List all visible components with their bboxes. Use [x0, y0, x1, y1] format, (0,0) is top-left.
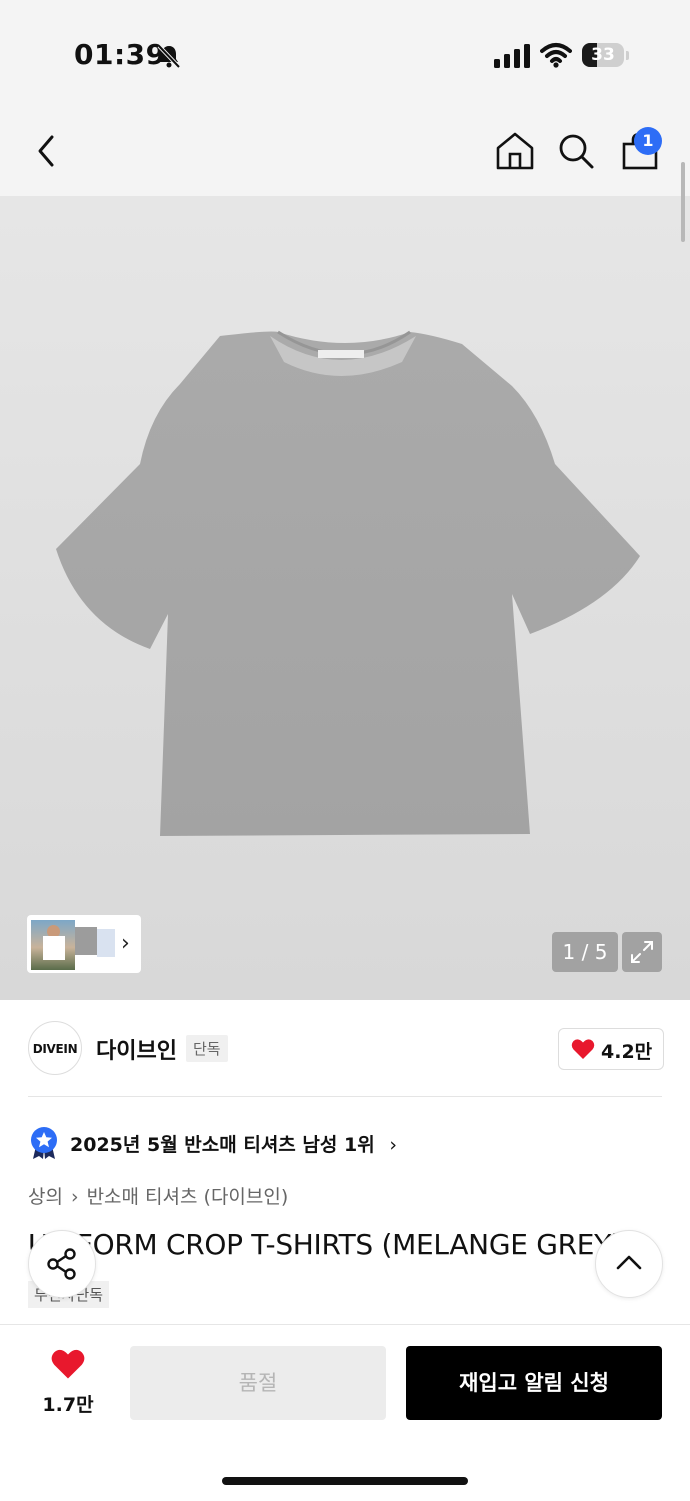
chevron-up-icon: [616, 1255, 642, 1270]
brand-like-button[interactable]: 4.2만: [558, 1028, 664, 1070]
model-photo: [31, 920, 75, 970]
product-image-gallery[interactable]: › 1 / 5: [0, 196, 690, 1000]
product-image: [56, 330, 640, 836]
back-icon[interactable]: [32, 132, 64, 170]
product-like-button[interactable]: 1.7만: [36, 1348, 100, 1418]
share-button[interactable]: [28, 1230, 96, 1298]
home-indicator[interactable]: [222, 1477, 468, 1485]
brand-name[interactable]: 다이브인: [96, 1033, 177, 1065]
grey-shirt-thumbnail: [75, 927, 97, 955]
heart-icon: [571, 1039, 595, 1059]
status-time: 01:39: [74, 38, 166, 71]
signal-icon: [494, 44, 530, 68]
soldout-button: 품절: [130, 1346, 386, 1420]
product-like-count: 1.7만: [42, 1394, 94, 1416]
chevron-right-icon: ›: [121, 931, 130, 956]
image-pager: 1 / 5: [552, 932, 618, 972]
scroll-to-top-button[interactable]: [595, 1230, 663, 1298]
wifi-icon: [540, 43, 572, 68]
battery-level: 33: [591, 45, 615, 65]
breadcrumb-subcategory[interactable]: 반소매 티셔츠 (다이브인): [87, 1186, 289, 1208]
expand-icon[interactable]: [622, 932, 662, 972]
product-title: UNIFORM CROP T-SHIRTS (MELANGE GREY): [28, 1228, 622, 1261]
bell-muted-icon: [157, 44, 181, 69]
ranking-medal-icon: [31, 1127, 57, 1159]
exclusive-badge: 단독: [186, 1035, 228, 1062]
battery-icon: 33: [582, 43, 630, 69]
scrollbar[interactable]: [681, 162, 685, 242]
brand-like-count: 4.2만: [601, 1041, 653, 1063]
share-icon: [47, 1248, 76, 1280]
restock-alert-button[interactable]: 재입고 알림 신청: [406, 1346, 662, 1420]
divider: [28, 1096, 662, 1097]
breadcrumb-category[interactable]: 상의: [28, 1186, 63, 1208]
ranking-text: 2025년 5월 반소매 티셔츠 남성 1위 ›: [70, 1134, 397, 1156]
search-icon[interactable]: [556, 130, 596, 172]
home-icon[interactable]: [494, 130, 536, 172]
related-look-thumbnail[interactable]: ›: [27, 915, 141, 973]
breadcrumb: 상의 › 반소매 티셔츠 (다이브인): [28, 1182, 288, 1209]
heart-icon: [51, 1349, 85, 1379]
brand-logo[interactable]: DIVEIN: [28, 1021, 82, 1075]
breadcrumb-separator: ›: [70, 1186, 79, 1208]
cart-count-badge: 1: [634, 127, 662, 155]
blue-shirt-thumbnail: [97, 929, 115, 957]
chevron-right-icon: ›: [389, 1134, 397, 1156]
